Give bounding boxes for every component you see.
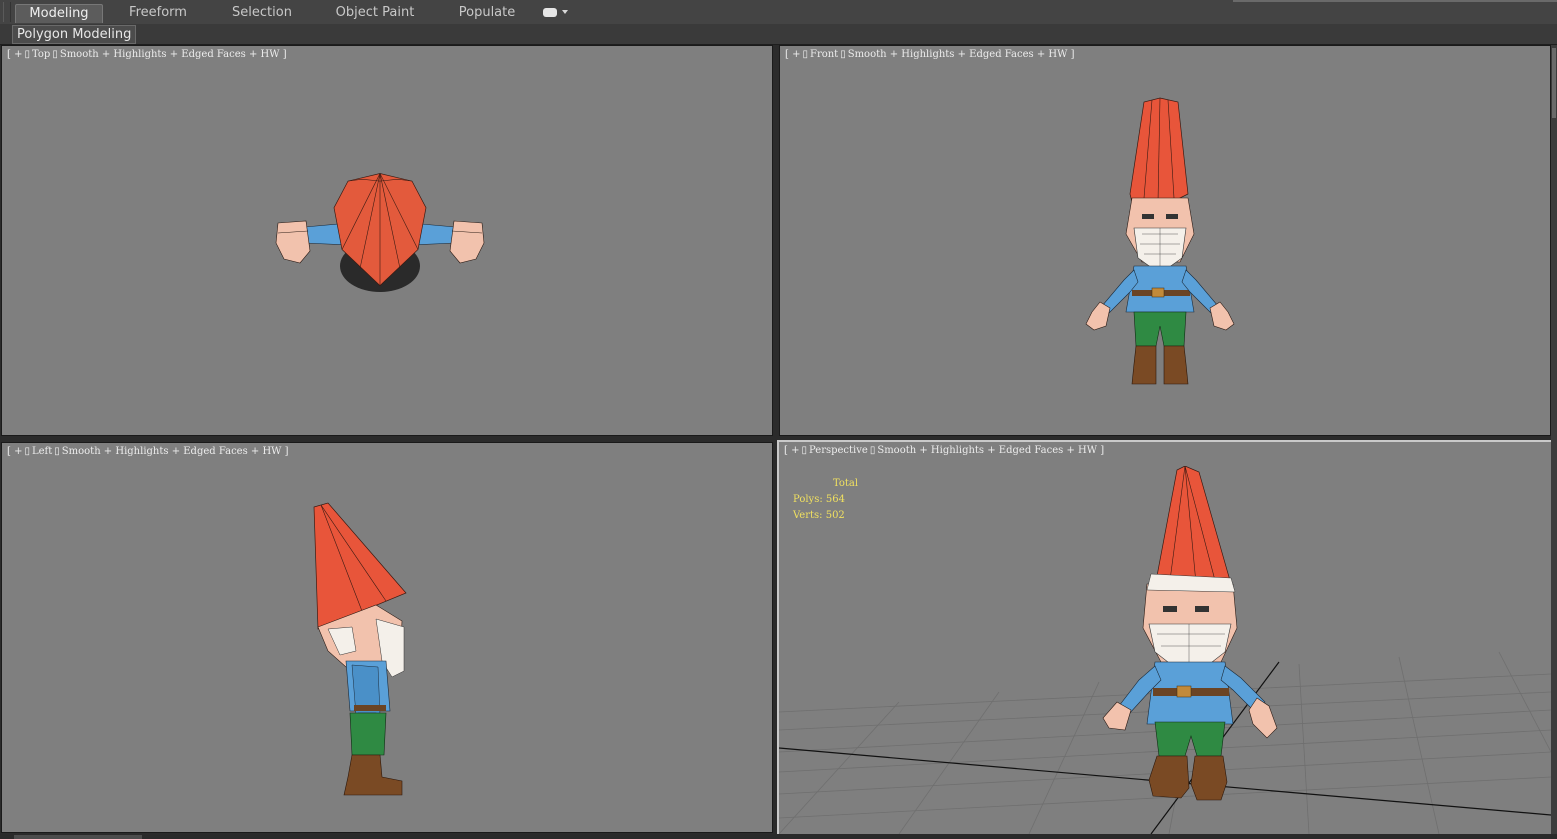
- viewport-label-left[interactable]: [ + ▯ Left ▯ Smooth + Highlights + Edged Fac…: [7, 446, 289, 457]
- tab-selection[interactable]: Selection: [222, 4, 302, 22]
- toggle-switch-icon: [543, 8, 557, 17]
- tab-modeling[interactable]: Modeling: [15, 4, 103, 23]
- gnome-model-front-view[interactable]: [1082, 94, 1254, 392]
- bottom-bar-segment[interactable]: [14, 835, 142, 839]
- gnome-model-top-view[interactable]: [270, 171, 490, 296]
- viewport-top[interactable]: [ + ▯ Top ▯ Smooth + Highlights + Edged Face…: [1, 45, 773, 436]
- viewport-left[interactable]: [ + ▯ Left ▯ Smooth + Highlights + Edged Fac…: [1, 442, 773, 833]
- chevron-down-icon: [562, 10, 568, 14]
- gnome-model-left-view[interactable]: [306, 501, 416, 799]
- viewport-label-top[interactable]: [ + ▯ Top ▯ Smooth + Highlights + Edged Face…: [7, 49, 287, 60]
- tab-object-paint[interactable]: Object Paint: [330, 4, 420, 22]
- tab-freeform[interactable]: Freeform: [118, 4, 198, 22]
- viewport-front[interactable]: [ + ▯ Front ▯ Smooth + Highlights + Edged Fa…: [779, 45, 1551, 436]
- ribbon-tabs-bar: Modeling Freeform Selection Object Paint…: [0, 0, 1557, 25]
- ribbon-panel-row: Polygon Modeling: [0, 24, 1557, 45]
- bottom-bar: [0, 834, 1557, 839]
- scrollbar-thumb[interactable]: [1552, 48, 1556, 118]
- ribbon-divider: [1233, 0, 1557, 2]
- gnome-model-perspective-view[interactable]: [1099, 466, 1279, 806]
- viewport-perspective[interactable]: [ + ▯ Perspective ▯ Smooth + Highlights + Ed…: [777, 440, 1553, 836]
- ribbon-grip[interactable]: [3, 2, 11, 22]
- polygon-modeling-panel[interactable]: Polygon Modeling: [12, 25, 137, 44]
- tab-populate[interactable]: Populate: [450, 4, 524, 22]
- right-scrollbar[interactable]: [1551, 45, 1557, 835]
- ribbon-options-dropdown[interactable]: [543, 7, 569, 19]
- viewport-label-front[interactable]: [ + ▯ Front ▯ Smooth + Highlights + Edged Fa…: [785, 49, 1074, 60]
